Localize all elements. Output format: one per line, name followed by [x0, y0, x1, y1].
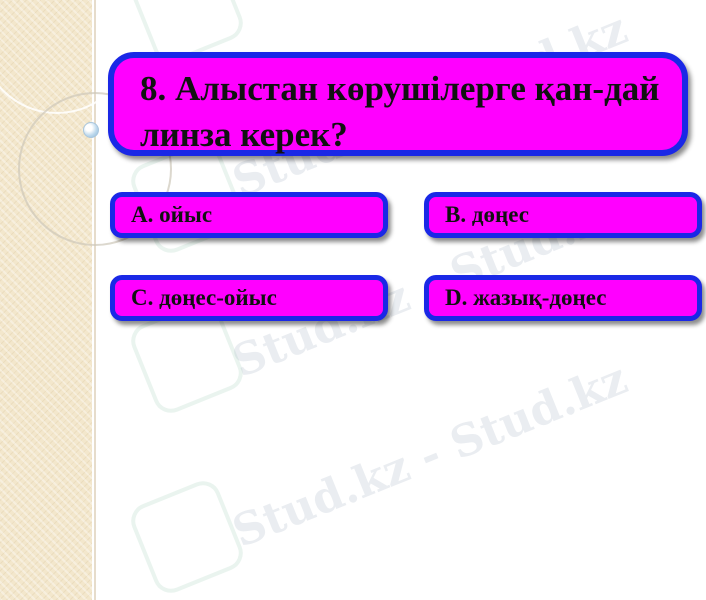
answer-label: A. ойыс: [131, 202, 213, 227]
answer-label: D. жазық-дөңес: [445, 285, 607, 310]
answer-label: C. дөңес-ойыс: [131, 285, 277, 310]
watermark-logo-icon: [125, 475, 249, 599]
watermark-text: Stud.kz - Stud.kz: [225, 353, 635, 558]
decorative-bubble-icon: [83, 122, 99, 138]
question-box: 8. Алыстан көрушілерге қан-дай линза кер…: [108, 52, 688, 156]
answer-label: B. дөңес: [445, 202, 529, 227]
answer-option-b[interactable]: B. дөңес: [424, 192, 702, 238]
answer-option-a[interactable]: A. ойыс: [110, 192, 388, 238]
answer-option-d[interactable]: D. жазық-дөңес: [424, 275, 702, 321]
question-text: 8. Алыстан көрушілерге қан-дай линза кер…: [140, 69, 660, 154]
answer-option-c[interactable]: C. дөңес-ойыс: [110, 275, 388, 321]
